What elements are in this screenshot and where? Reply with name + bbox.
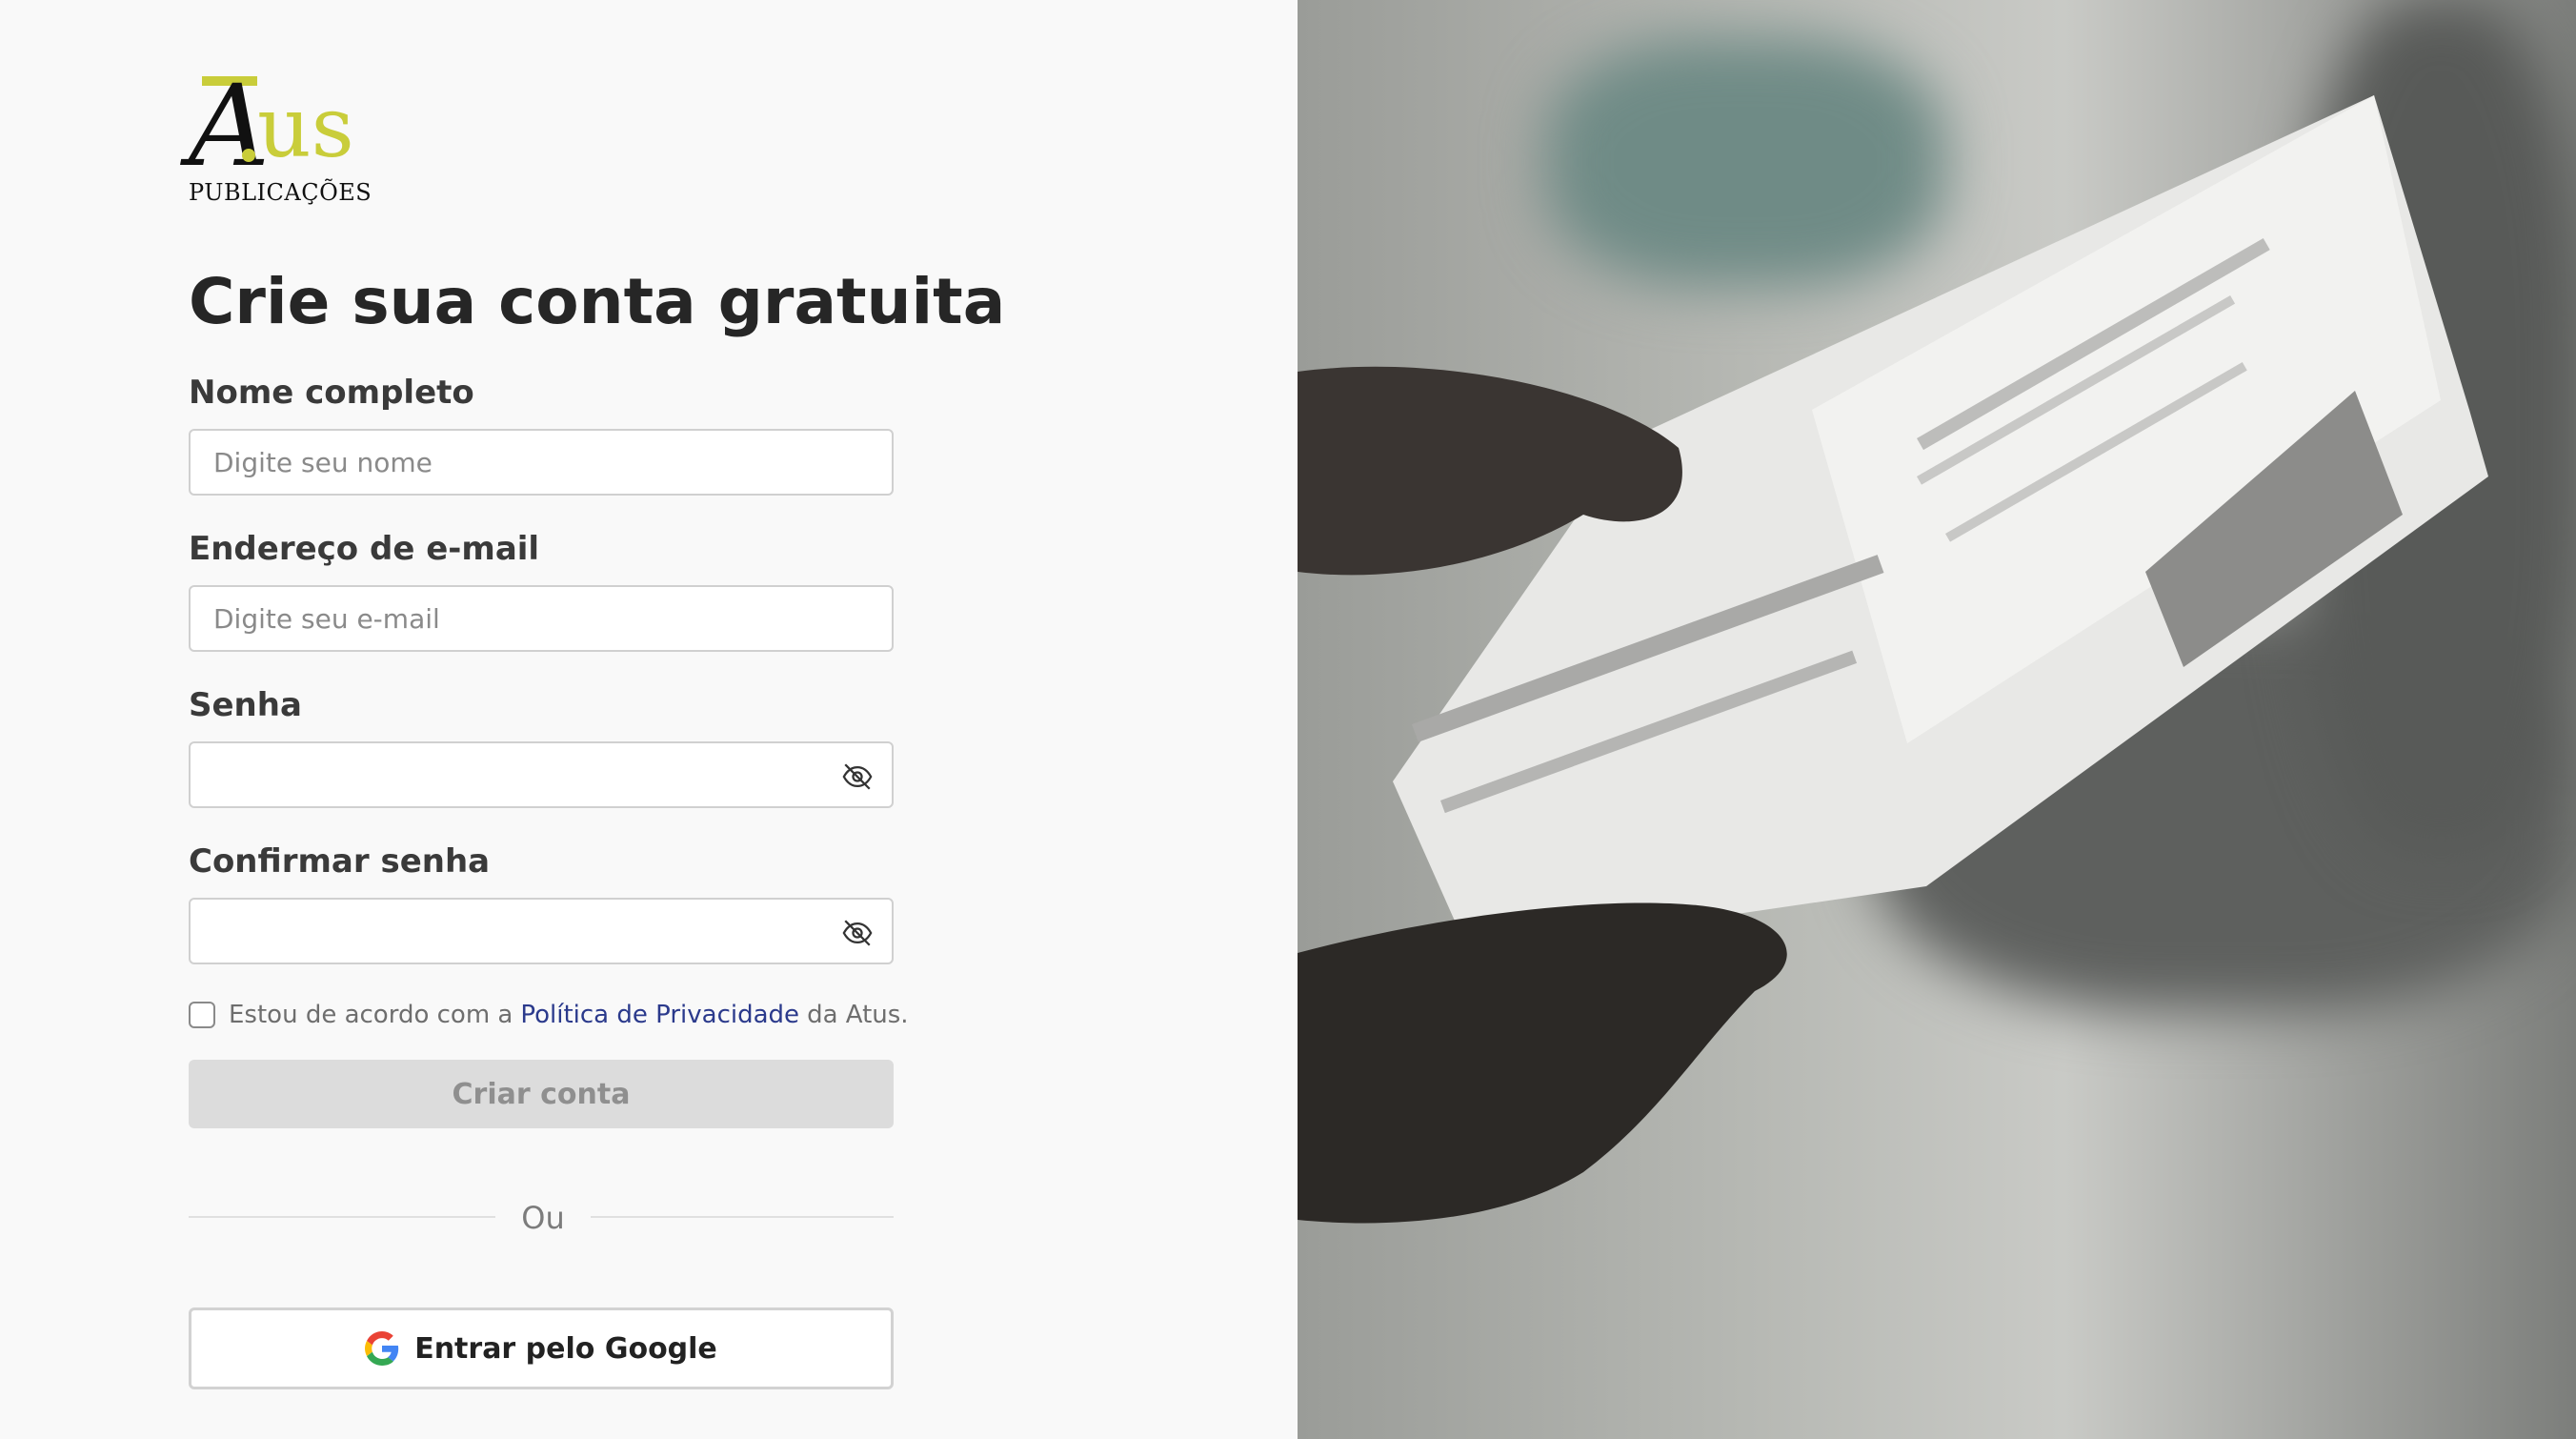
atus-logo: A us PUBLICAÇÕES [189, 70, 372, 208]
password-field[interactable] [189, 741, 894, 808]
create-account-button[interactable]: Criar conta [189, 1060, 894, 1128]
logo-dot [242, 149, 255, 162]
email-input[interactable] [191, 587, 892, 650]
signup-panel: A us PUBLICAÇÕES Crie sua conta gratuita… [0, 0, 1298, 1439]
agree-prefix: Estou de acordo com a [229, 1001, 513, 1029]
divider-left [189, 1216, 495, 1218]
divider-right [591, 1216, 894, 1218]
google-g-icon [365, 1331, 399, 1366]
name-input[interactable] [191, 431, 892, 494]
eye-off-icon[interactable] [840, 917, 875, 949]
newspaper-illustration [1298, 95, 2488, 1224]
email-label: Endereço de e-mail [189, 530, 540, 568]
name-label: Nome completo [189, 374, 474, 412]
logo-subtitle: PUBLICAÇÕES [189, 179, 372, 206]
confirm-password-label: Confirmar senha [189, 842, 491, 881]
google-signin-label: Entrar pelo Google [414, 1331, 717, 1366]
agree-suffix: da Atus. [807, 1001, 909, 1029]
name-field[interactable] [189, 429, 894, 496]
password-label: Senha [189, 686, 302, 724]
page-title: Crie sua conta gratuita [189, 265, 1006, 338]
logo-us: us [257, 78, 354, 176]
hero-photo [1298, 0, 2576, 1439]
google-signin-button[interactable]: Entrar pelo Google [189, 1307, 894, 1389]
privacy-checkbox[interactable] [189, 1002, 215, 1028]
privacy-policy-link[interactable]: Política de Privacidade [520, 1001, 799, 1029]
divider-text: Ou [521, 1200, 565, 1236]
eye-off-icon[interactable] [840, 760, 875, 793]
privacy-agreement: Estou de acordo com a Política de Privac… [189, 999, 909, 1031]
email-field[interactable] [189, 585, 894, 652]
confirm-password-input[interactable] [191, 900, 892, 963]
confirm-password-field[interactable] [189, 898, 894, 964]
password-input[interactable] [191, 743, 892, 806]
